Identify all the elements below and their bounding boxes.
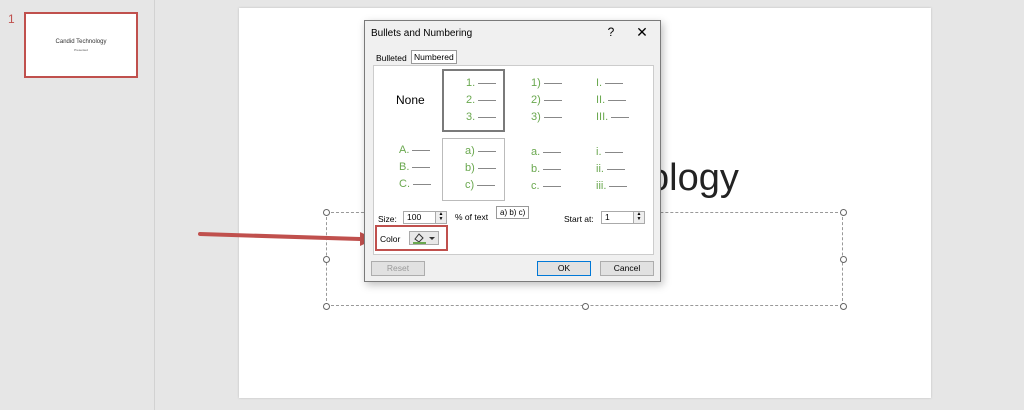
thumbnail-title: Candid Technology (55, 39, 107, 45)
number-line: III. (596, 111, 630, 123)
style-numeric-period[interactable]: 1. 2. 3. (442, 69, 505, 132)
style-alpha-lower-paren[interactable]: a) b) c) (442, 138, 505, 201)
tab-numbered[interactable]: Numbered (411, 50, 457, 64)
size-value: 100 (407, 212, 422, 222)
bullets-numbering-dialog: Bullets and Numbering ? ✕ Bulleted Numbe… (364, 20, 661, 282)
resize-handle[interactable] (323, 209, 330, 216)
start-at-spinner[interactable]: 1 ▲ ▼ (601, 211, 645, 224)
number-line: b) (465, 162, 496, 174)
number-line: a. (531, 146, 562, 158)
resize-handle[interactable] (323, 303, 330, 310)
percent-of-text-label: % of text (455, 212, 489, 222)
annotation-arrow (198, 232, 375, 246)
number-line: c. (531, 180, 561, 192)
tab-bulleted[interactable]: Bulleted (374, 52, 409, 64)
ok-button[interactable]: OK (537, 261, 591, 276)
number-line: i. (596, 146, 623, 158)
style-alpha-lower-period[interactable]: a. b. c. (514, 138, 577, 201)
thumbnail-subtitle: Presented (74, 48, 88, 52)
number-line: c) (465, 179, 496, 191)
start-at-value: 1 (605, 212, 610, 222)
style-roman-lower[interactable]: i. ii. iii. (584, 138, 647, 201)
slide-title-text[interactable]: ology (648, 157, 739, 200)
resize-handle[interactable] (840, 303, 847, 310)
number-line: 3. (466, 111, 497, 123)
number-line: I. (596, 77, 624, 89)
style-none[interactable]: None (378, 69, 441, 132)
help-button[interactable]: ? (603, 24, 619, 40)
number-line: A. (399, 144, 431, 156)
start-at-label: Start at: (564, 214, 594, 224)
number-line: C. (399, 178, 431, 190)
number-line: 3) (531, 111, 562, 123)
close-button[interactable]: ✕ (634, 24, 650, 40)
resize-handle[interactable] (582, 303, 589, 310)
number-line: 1. (466, 77, 497, 89)
style-numeric-paren[interactable]: 1) 2) 3) (514, 69, 577, 132)
resize-handle[interactable] (840, 256, 847, 263)
number-line: 2. (466, 94, 497, 106)
none-label: None (396, 93, 425, 107)
spin-arrows-icon[interactable]: ▲ ▼ (435, 212, 446, 223)
style-alpha-upper[interactable]: A. B. C. (378, 138, 441, 201)
reset-button[interactable]: Reset (371, 261, 425, 276)
slide-number: 1 (8, 12, 15, 26)
resize-handle[interactable] (323, 256, 330, 263)
number-line: II. (596, 94, 627, 106)
number-line: B. (399, 161, 431, 173)
spin-arrows-icon[interactable]: ▲ ▼ (633, 212, 644, 223)
number-line: ii. (596, 163, 625, 175)
number-line: 1) (531, 77, 562, 89)
style-roman-upper[interactable]: I. II. III. (584, 69, 647, 132)
size-label: Size: (378, 214, 397, 224)
tab-label: Numbered (414, 52, 454, 62)
size-spinner[interactable]: 100 ▲ ▼ (403, 211, 447, 224)
number-line: 2) (531, 94, 562, 106)
style-tooltip: a) b) c) (496, 206, 530, 219)
resize-handle[interactable] (840, 209, 847, 216)
cancel-button[interactable]: Cancel (600, 261, 654, 276)
number-line: b. (531, 163, 562, 175)
tab-label: Bulleted (376, 53, 407, 63)
number-line: iii. (596, 180, 628, 192)
slide-thumbnail[interactable]: Candid Technology Presented (24, 12, 138, 78)
color-highlight-box (375, 225, 448, 251)
number-line: a) (465, 145, 496, 157)
dialog-title: Bullets and Numbering (371, 28, 473, 39)
